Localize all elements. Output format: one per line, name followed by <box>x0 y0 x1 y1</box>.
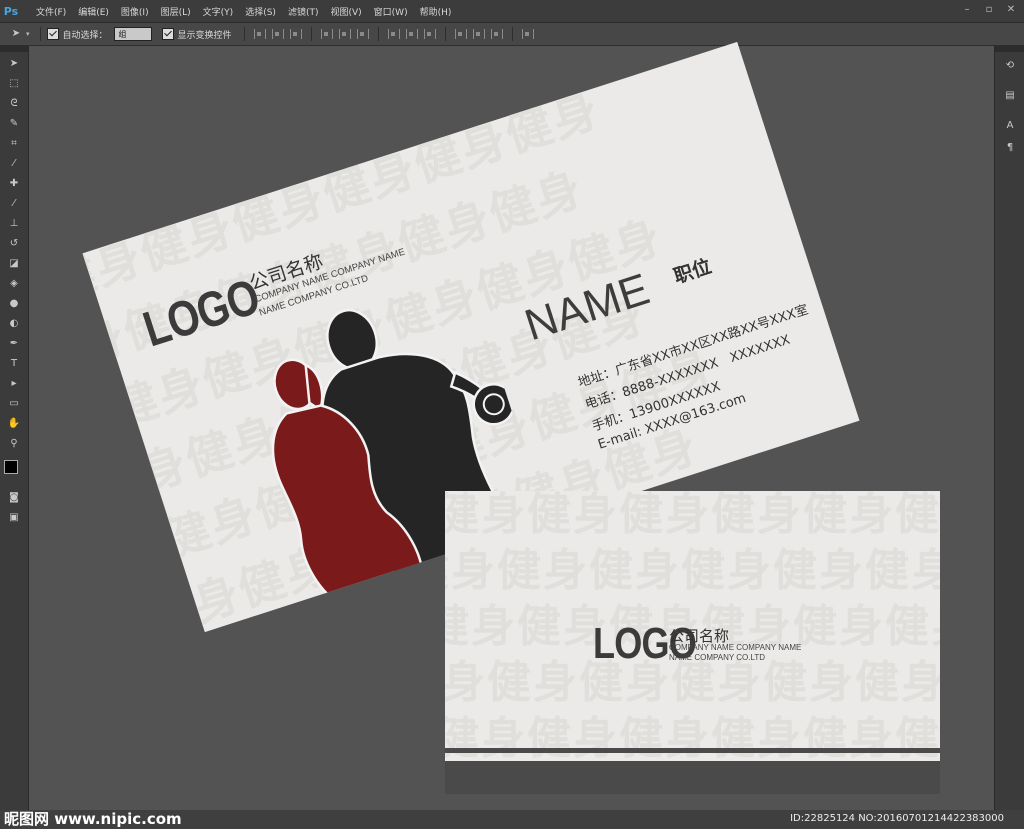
distribute-top-icon[interactable] <box>387 29 400 39</box>
lasso-tool-icon[interactable]: ᘓ <box>6 96 22 112</box>
brush-tool-icon[interactable]: ⁄ <box>6 196 22 212</box>
back-company-sub-1: COMPANY NAME COMPANY NAME <box>669 643 802 652</box>
auto-select-dropdown[interactable]: 组 <box>113 27 152 41</box>
menu-type[interactable]: 文字(Y) <box>197 5 240 18</box>
menu-filter[interactable]: 滤镜(T) <box>282 5 325 18</box>
person-position: 职位 <box>671 255 715 289</box>
distribute-right-icon[interactable] <box>490 29 503 39</box>
distribute-vcenter-icon[interactable] <box>405 29 418 39</box>
watermark-text: 健身健身健身健身健身健身 <box>445 491 940 540</box>
options-bar: ➤ ▾ 自动选择： 组 显示变换控件 <box>0 23 1024 46</box>
align-left-icon[interactable] <box>320 29 333 39</box>
auto-align-icon[interactable] <box>521 29 534 39</box>
crop-tool-icon[interactable]: ⌗ <box>6 136 22 152</box>
tools-panel: ➤ ⬚ ᘓ ✎ ⌗ ⁄ ✚ ⁄ ⊥ ↺ ◪ ◈ ● ◐ ✒ T ▸ ▭ ✋ ⚲ … <box>0 46 29 829</box>
menu-file[interactable]: 文件(F) <box>30 5 72 18</box>
properties-panel-icon[interactable]: ▤ <box>1002 88 1018 104</box>
paint-bucket-tool-icon[interactable]: ◈ <box>6 276 22 292</box>
dodge-tool-icon[interactable]: ◐ <box>6 316 22 332</box>
paragraph-panel-icon[interactable]: ¶ <box>1002 140 1018 156</box>
quick-select-tool-icon[interactable]: ✎ <box>6 116 22 132</box>
footer-id: ID:22825124 NO:20160701214422383000 <box>790 813 1004 824</box>
watermark-text: 健身健身健身健身健身健身 <box>445 545 940 596</box>
menu-bar: Ps 文件(F) 编辑(E) 图像(I) 图层(L) 文字(Y) 选择(S) 滤… <box>0 0 1024 23</box>
back-card-stripe-thick <box>445 761 940 794</box>
back-card-stripe-thin <box>445 748 940 753</box>
distribute-left-icon[interactable] <box>454 29 467 39</box>
align-hcenter-icon[interactable] <box>338 29 351 39</box>
photoshop-logo: Ps <box>3 4 19 18</box>
move-tool-icon[interactable]: ➤ <box>6 56 22 72</box>
footer-brand: 昵图网 www.nipic.com <box>4 810 182 828</box>
type-tool-icon[interactable]: T <box>6 356 22 372</box>
chevron-down-icon[interactable]: ▾ <box>26 30 30 38</box>
menu-image[interactable]: 图像(I) <box>115 5 155 18</box>
screen-mode-icon[interactable]: ▣ <box>6 510 22 526</box>
right-panel-dock: ⟲ ▤ A ¶ <box>994 46 1024 829</box>
watermark-text: 健身健身健身健身健身健身 <box>445 713 940 764</box>
source-footer: 昵图网 www.nipic.com ID:22825124 NO:2016070… <box>0 810 1024 829</box>
auto-select-checkbox[interactable] <box>46 28 59 40</box>
zoom-tool-icon[interactable]: ⚲ <box>6 436 22 452</box>
distribute-hcenter-icon[interactable] <box>472 29 485 39</box>
blur-tool-icon[interactable]: ● <box>6 296 22 312</box>
back-company-sub-2: NAME COMPANY CO.LTD <box>669 653 766 662</box>
show-transform-checkbox[interactable] <box>161 28 174 40</box>
align-bottom-icon[interactable] <box>289 29 302 39</box>
path-selection-tool-icon[interactable]: ▸ <box>6 376 22 392</box>
character-panel-icon[interactable]: A <box>1002 118 1018 134</box>
marquee-tool-icon[interactable]: ⬚ <box>6 76 22 92</box>
panel-grip-right[interactable] <box>995 46 1024 52</box>
align-vcenter-icon[interactable] <box>271 29 284 39</box>
align-right-icon[interactable] <box>356 29 369 39</box>
foreground-color-swatch[interactable] <box>4 460 18 474</box>
panel-grip[interactable] <box>0 46 28 52</box>
pen-tool-icon[interactable]: ✒ <box>6 336 22 352</box>
history-brush-tool-icon[interactable]: ↺ <box>6 236 22 252</box>
back-business-card[interactable]: 健身健身健身健身健身健身 健身健身健身健身健身 健身 健身健身健身健身健 身健身 健… <box>445 491 940 794</box>
minimize-icon[interactable]: – <box>960 3 974 17</box>
hand-tool-icon[interactable]: ✋ <box>6 416 22 432</box>
maximize-icon[interactable]: ▫ <box>982 3 996 17</box>
auto-select-label: 自动选择： <box>62 30 108 41</box>
healing-brush-tool-icon[interactable]: ✚ <box>6 176 22 192</box>
eraser-tool-icon[interactable]: ◪ <box>6 256 22 272</box>
menu-edit[interactable]: 编辑(E) <box>72 5 115 18</box>
clone-stamp-tool-icon[interactable]: ⊥ <box>6 216 22 232</box>
eyedropper-tool-icon[interactable]: ⁄ <box>6 156 22 172</box>
quick-mask-icon[interactable]: ◙ <box>6 490 22 506</box>
move-tool-preset-icon[interactable]: ➤ <box>8 26 24 42</box>
align-top-icon[interactable] <box>253 29 266 39</box>
menu-select[interactable]: 选择(S) <box>239 5 282 18</box>
menu-layer[interactable]: 图层(L) <box>155 5 197 18</box>
history-panel-icon[interactable]: ⟲ <box>1002 58 1018 74</box>
distribute-bottom-icon[interactable] <box>423 29 436 39</box>
menu-window[interactable]: 窗口(W) <box>368 5 414 18</box>
rectangle-tool-icon[interactable]: ▭ <box>6 396 22 412</box>
menu-help[interactable]: 帮助(H) <box>414 5 458 18</box>
show-transform-label: 显示变换控件 <box>177 30 232 41</box>
close-icon[interactable]: ✕ <box>1004 3 1018 17</box>
menu-view[interactable]: 视图(V) <box>324 5 367 18</box>
